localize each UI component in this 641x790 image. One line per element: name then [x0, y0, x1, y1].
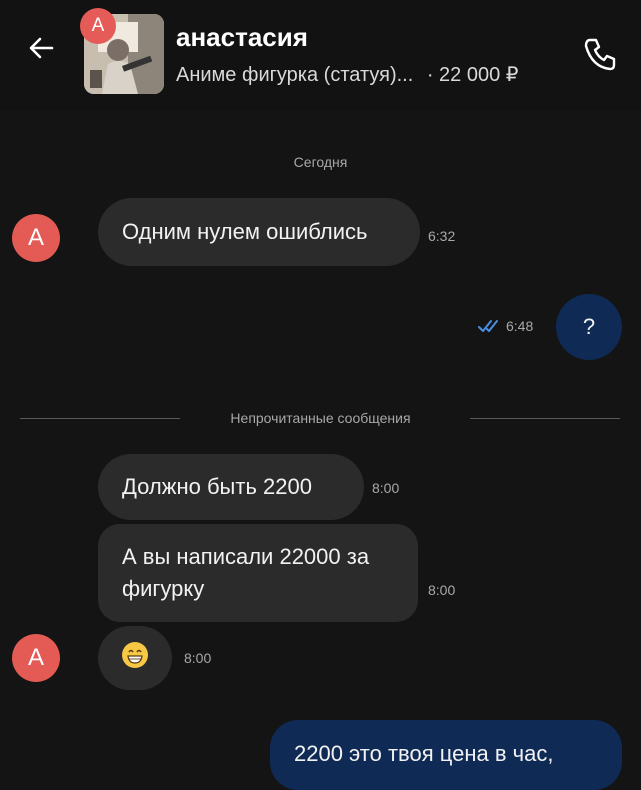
- sender-avatar[interactable]: А: [12, 214, 60, 262]
- message-time: 6:48: [506, 318, 534, 334]
- message-time: 8:00: [184, 650, 212, 666]
- message-text: 2200 это твоя цена в час,: [294, 741, 554, 766]
- outgoing-message-bubble[interactable]: 2200 это твоя цена в час,: [270, 720, 622, 790]
- divider-line-right: [470, 418, 620, 419]
- grin-emoji: [122, 642, 148, 668]
- call-button[interactable]: [578, 32, 622, 76]
- arrow-left-icon: [29, 37, 54, 59]
- incoming-message-bubble[interactable]: Одним нулем ошиблись: [98, 198, 420, 266]
- message-time: 6:32: [428, 228, 456, 244]
- message-text: Должно быть 2200: [122, 474, 312, 499]
- contact-avatar-badge: А: [80, 8, 116, 44]
- listing-price: · 22 000 ₽: [426, 64, 519, 86]
- message-time: 8:00: [428, 582, 456, 598]
- outgoing-message-bubble[interactable]: ?: [556, 294, 622, 360]
- date-separator: Сегодня: [293, 154, 348, 170]
- listing-summary[interactable]: Аниме фигурка (статуя)... · 22 000 ₽: [176, 62, 519, 87]
- message-text: ?: [582, 314, 596, 339]
- incoming-message-bubble[interactable]: А вы написали 22000 за фигурку: [98, 524, 418, 622]
- incoming-message-bubble[interactable]: [98, 626, 172, 690]
- phone-icon: [584, 38, 616, 71]
- grinning-face-icon: [123, 643, 147, 667]
- message-text: А вы написали 22000 за фигурку: [122, 544, 370, 601]
- contact-name[interactable]: анастасия: [176, 22, 308, 53]
- chat-header: А анастасия Аниме фигурка (статуя)... · …: [0, 0, 641, 110]
- back-button[interactable]: [22, 28, 62, 68]
- message-time: 8:00: [372, 480, 400, 496]
- listing-title: Аниме фигурка (статуя)...: [176, 64, 414, 86]
- sender-avatar[interactable]: А: [12, 634, 60, 682]
- incoming-message-bubble[interactable]: Должно быть 2200: [98, 454, 364, 520]
- message-text: Одним нулем ошиблись: [122, 219, 368, 244]
- double-check-icon: [478, 320, 498, 332]
